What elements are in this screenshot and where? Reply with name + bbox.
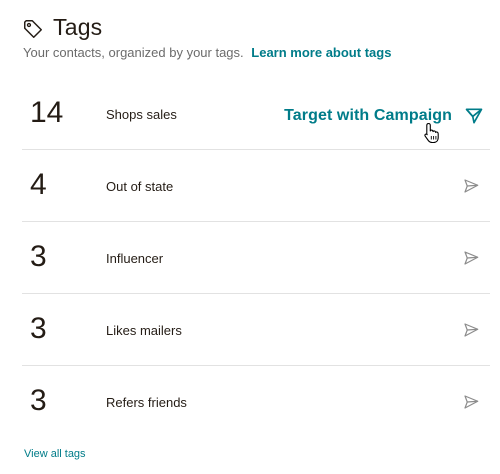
- send-campaign-icon[interactable]: [462, 177, 480, 195]
- tag-name: Likes mailers: [106, 323, 182, 338]
- tag-count: 14: [30, 96, 64, 129]
- tag-row-out-of-state[interactable]: 4 Out of state: [22, 150, 490, 222]
- paper-plane-icon: [465, 108, 483, 124]
- tag-row-shops-sales[interactable]: 14 Shops sales Target with Campaign: [22, 78, 490, 150]
- tag-count: 4: [30, 168, 47, 201]
- subtitle-text: Your contacts, organized by your tags.: [23, 45, 244, 60]
- tag-row-likes-mailers[interactable]: 3 Likes mailers: [22, 294, 490, 366]
- page-title: Tags: [53, 14, 103, 40]
- tag-count: 3: [30, 384, 47, 417]
- tag-icon: [24, 19, 42, 38]
- page-subtitle: Your contacts, organized by your tags. L…: [23, 45, 391, 60]
- tag-count: 3: [30, 312, 47, 345]
- send-campaign-icon[interactable]: [462, 249, 480, 267]
- tag-row-refers-friends[interactable]: 3 Refers friends: [22, 366, 490, 437]
- tag-name: Shops sales: [106, 107, 177, 122]
- view-all-tags-link[interactable]: View all tags: [24, 448, 86, 460]
- hand-pointer-icon: [424, 122, 439, 144]
- tag-count: 3: [30, 240, 47, 273]
- tag-name: Refers friends: [106, 395, 187, 410]
- tag-row-influencer[interactable]: 3 Influencer: [22, 222, 490, 294]
- learn-more-link[interactable]: Learn more about tags: [251, 45, 391, 60]
- tag-name: Out of state: [106, 179, 174, 194]
- send-campaign-icon[interactable]: [462, 321, 480, 339]
- tags-list: 14 Shops sales Target with Campaign 4 Ou…: [22, 78, 490, 437]
- tags-panel: Tags Your contacts, organized by your ta…: [0, 0, 500, 474]
- send-campaign-icon[interactable]: [462, 393, 480, 411]
- tags-header: Tags: [22, 14, 102, 41]
- target-with-campaign-button[interactable]: Target with Campaign: [276, 106, 484, 126]
- tag-name: Influencer: [106, 251, 164, 266]
